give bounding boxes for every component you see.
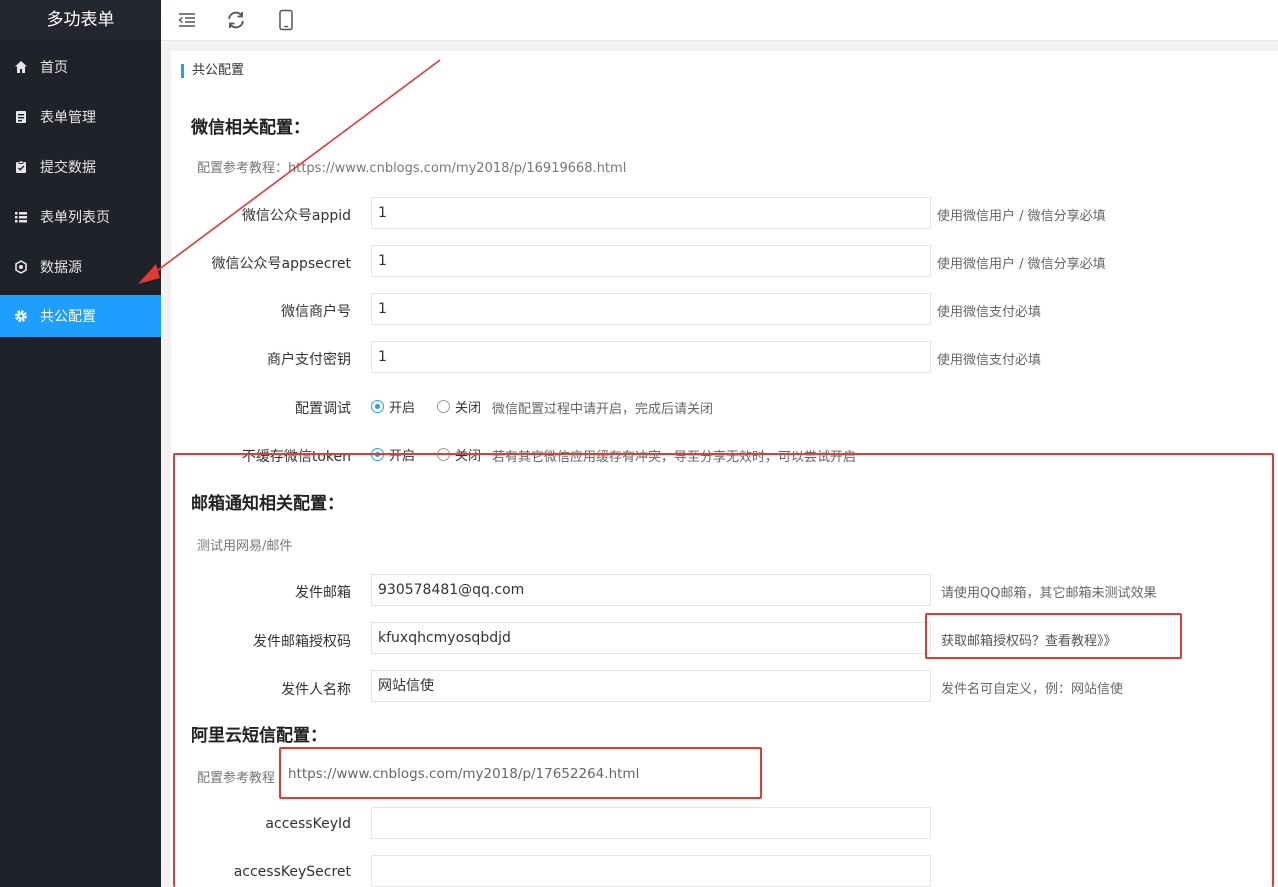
sidebar-item-submissions[interactable]: 提交数据 <box>0 146 161 188</box>
top-toolbar <box>161 0 1278 41</box>
debug-tip: 微信配置过程中请开启，完成后请关闭 <box>492 402 714 417</box>
radio-unchecked-icon <box>437 400 450 413</box>
sidebar-item-label: 表单管理 <box>40 110 96 126</box>
mobile-icon[interactable] <box>274 8 298 32</box>
annotation-box-auth-code-link <box>925 613 1182 659</box>
appsecret-input[interactable]: 1 <box>371 245 931 277</box>
form-icon <box>14 110 28 124</box>
sidebar-item-public-config[interactable]: 共公配置 <box>0 295 161 337</box>
annotation-box-email-aliyun <box>173 453 1274 887</box>
appsecret-label: 微信公众号appsecret <box>211 256 351 272</box>
sidebar-item-form-list[interactable]: 表单列表页 <box>0 196 161 238</box>
menu-collapse-icon[interactable] <box>175 8 199 32</box>
sidebar-item-home[interactable]: 首页 <box>0 46 161 88</box>
annotation-box-aliyun-link <box>279 747 762 799</box>
wechat-section-title: 微信相关配置： <box>191 118 310 138</box>
merchant-id-label: 微信商户号 <box>281 304 351 320</box>
pay-key-tip: 使用微信支付必填 <box>937 353 1042 368</box>
sidebar-item-datasource[interactable]: 数据源 <box>0 246 161 288</box>
debug-label: 配置调试 <box>295 401 351 417</box>
sidebar-item-label: 数据源 <box>40 260 82 276</box>
wechat-tutorial-hint: 配置参考教程：https://www.cnblogs.com/my2018/p/… <box>197 161 627 176</box>
appid-tip: 使用微信用户 / 微信分享必填 <box>937 209 1106 224</box>
sidebar-item-label: 首页 <box>40 60 68 76</box>
sidebar: 多功表单 首页 表单管理 提交数据 表单列表页 数据源 共公配置 <box>0 0 161 887</box>
refresh-icon[interactable] <box>224 8 248 32</box>
merchant-id-tip: 使用微信支付必填 <box>937 305 1042 320</box>
breadcrumb: 共公配置 <box>181 64 244 78</box>
list-icon <box>14 210 28 224</box>
sidebar-item-label: 提交数据 <box>40 160 96 176</box>
clipboard-icon <box>14 160 28 174</box>
sidebar-item-form-manage[interactable]: 表单管理 <box>0 96 161 138</box>
sidebar-item-label: 表单列表页 <box>40 210 110 226</box>
pay-key-label: 商户支付密钥 <box>267 352 351 368</box>
gear-icon <box>14 309 28 323</box>
appsecret-tip: 使用微信用户 / 微信分享必填 <box>937 257 1106 272</box>
debug-off-radio[interactable]: 关闭 <box>437 397 481 416</box>
appid-input[interactable]: 1 <box>371 197 931 229</box>
debug-on-radio[interactable]: 开启 <box>371 397 415 416</box>
appid-label: 微信公众号appid <box>241 208 351 224</box>
sidebar-item-label: 共公配置 <box>40 309 96 325</box>
datasource-icon <box>14 260 28 274</box>
merchant-id-input[interactable]: 1 <box>371 293 931 325</box>
radio-checked-icon <box>371 400 384 413</box>
home-icon <box>14 60 28 74</box>
pay-key-input[interactable]: 1 <box>371 341 931 373</box>
app-logo: 多功表单 <box>0 0 161 40</box>
